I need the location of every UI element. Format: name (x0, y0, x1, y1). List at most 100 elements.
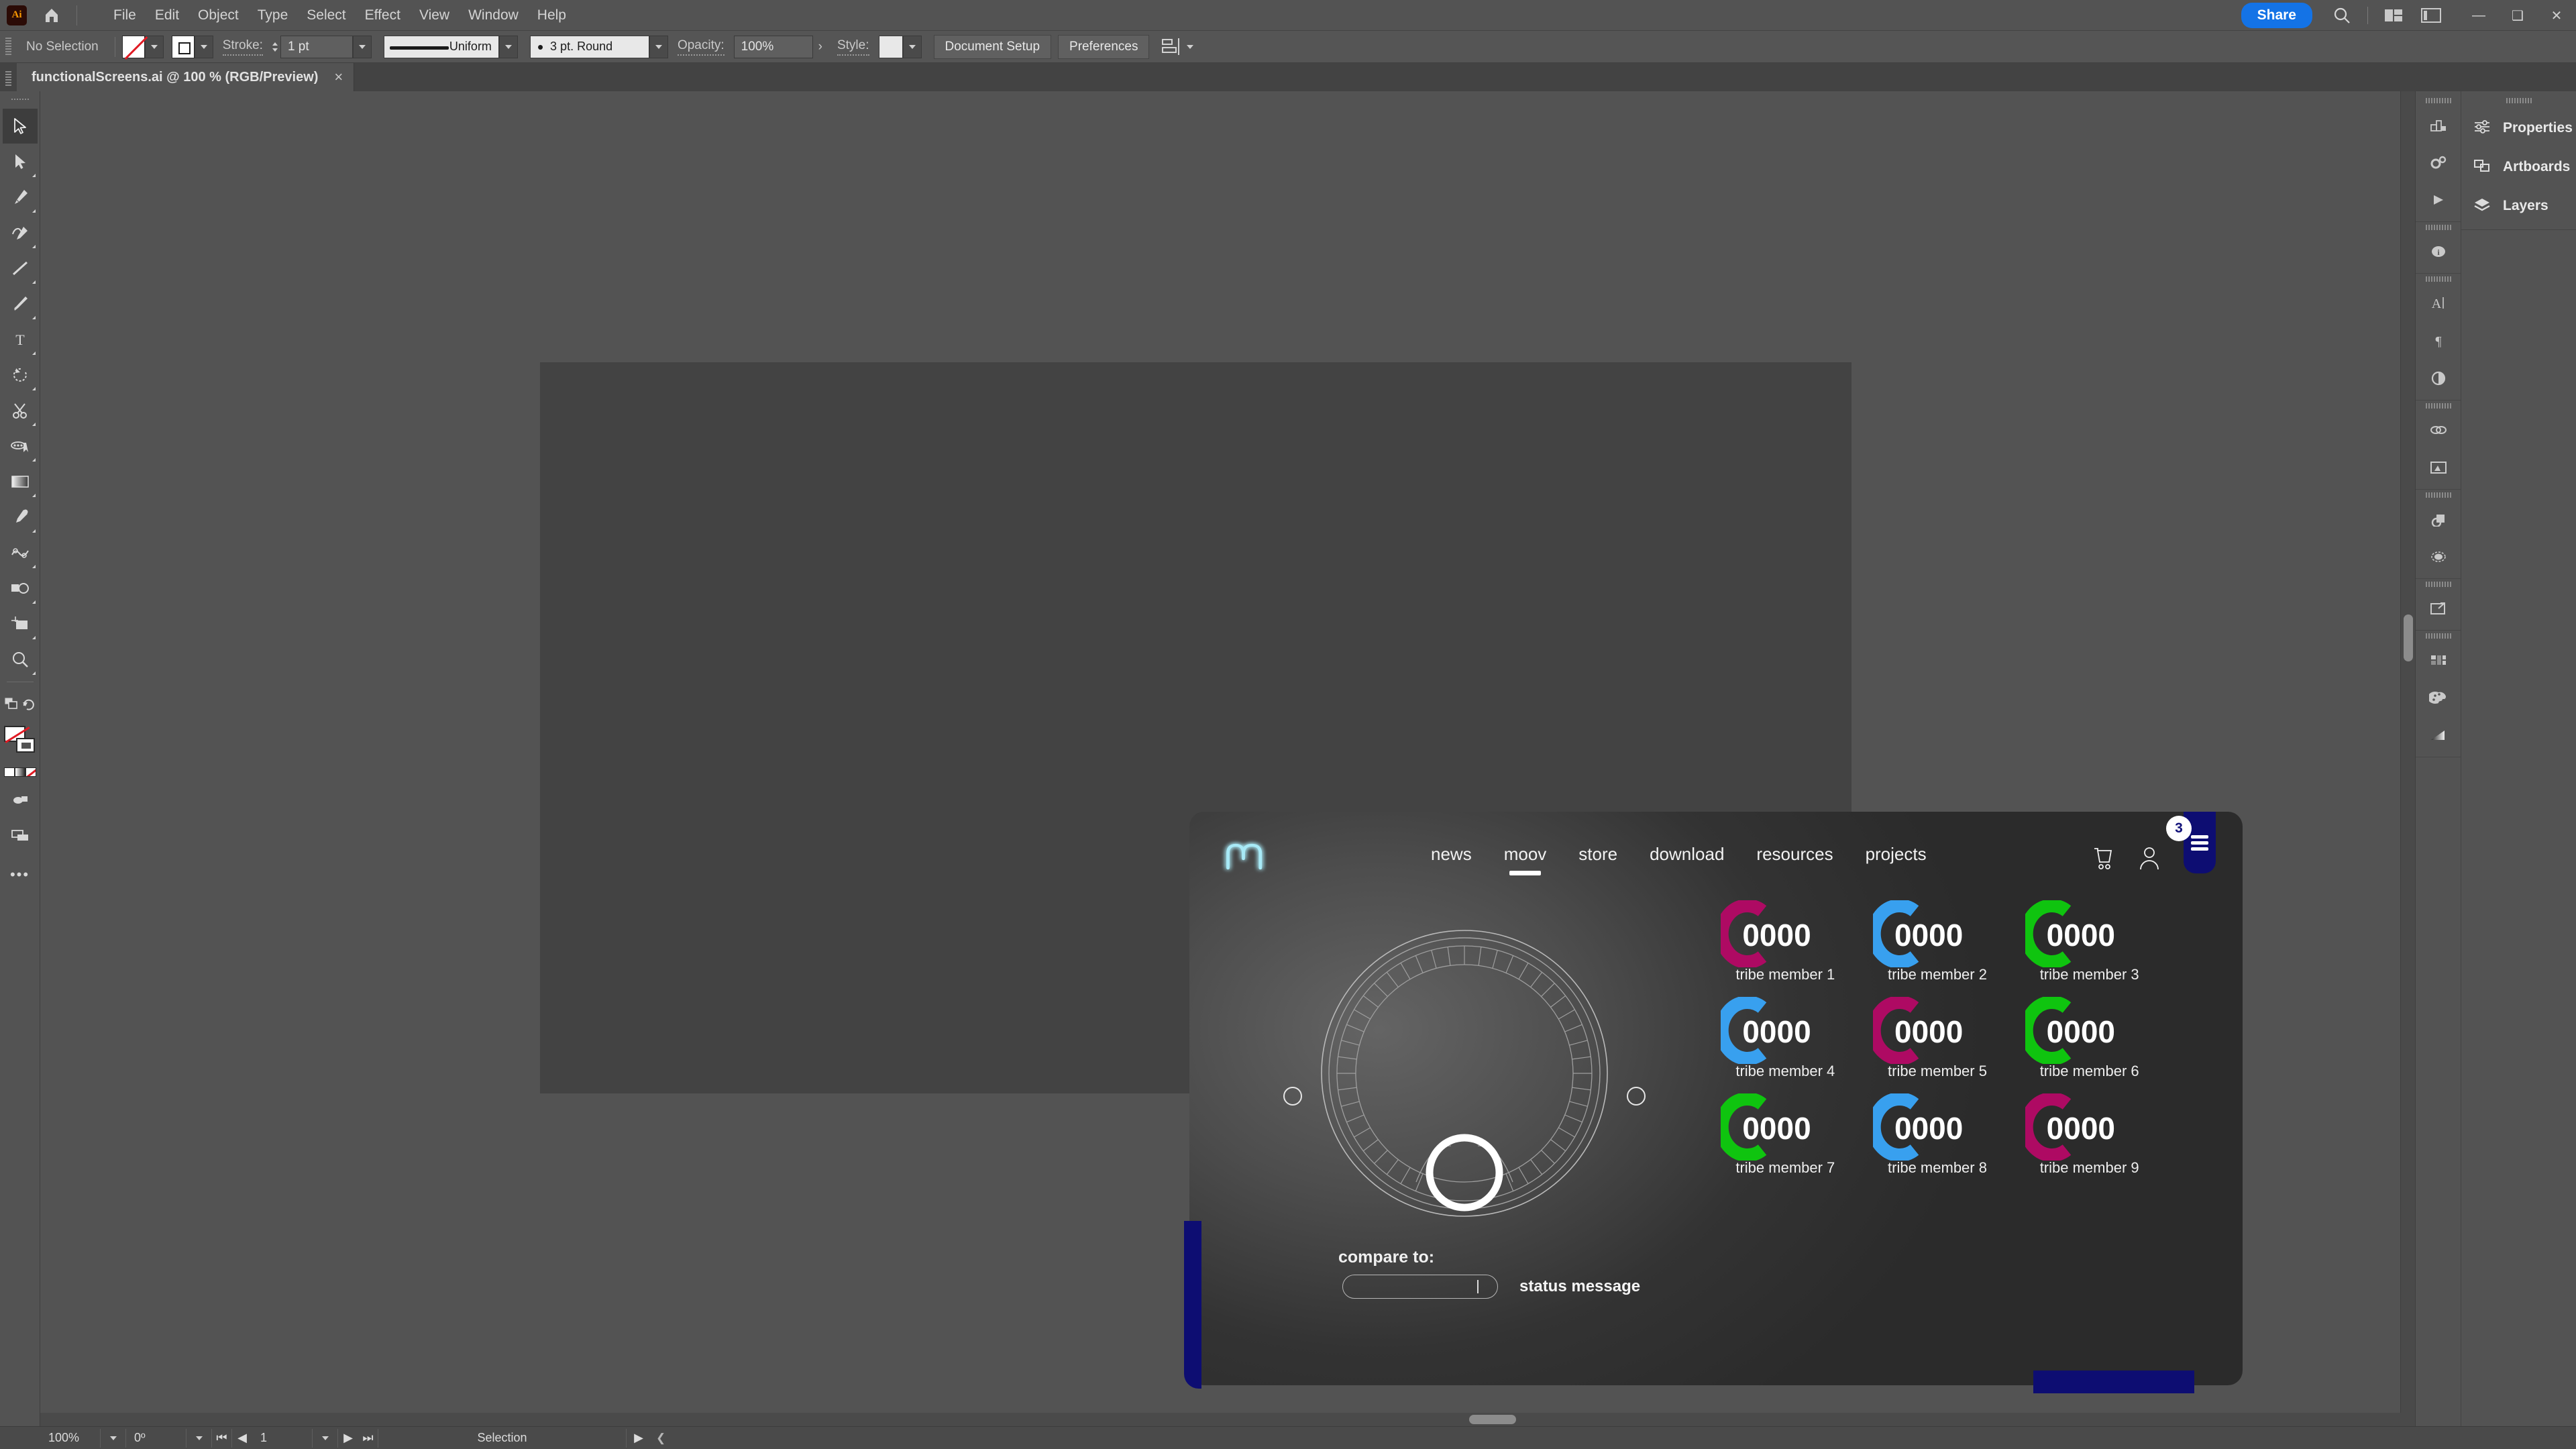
home-icon[interactable] (42, 5, 62, 25)
menu-window[interactable]: Window (459, 0, 528, 31)
info-icon[interactable]: i (2419, 233, 2458, 270)
zoom-level-dropdown[interactable] (101, 1428, 126, 1448)
first-artboard-icon[interactable]: ⏮ (212, 1428, 232, 1448)
menu-help[interactable]: Help (528, 0, 576, 31)
arrange-documents-icon[interactable] (2379, 1, 2408, 30)
tribe-member-card[interactable]: 0000 tribe member 5 (1862, 997, 2014, 1080)
panel-tab-properties[interactable]: Properties (2461, 109, 2576, 148)
preferences-button[interactable]: Preferences (1058, 34, 1150, 59)
none-swatch-icon[interactable] (25, 767, 36, 777)
dock-grip-3[interactable] (2425, 276, 2451, 282)
artboard-tool[interactable] (3, 606, 38, 641)
menu-type[interactable]: Type (248, 0, 298, 31)
zoom-level-field[interactable]: 100% (40, 1428, 101, 1448)
stroke-weight-stepper[interactable] (272, 42, 278, 52)
search-icon[interactable] (2328, 1, 2356, 30)
paragraph-icon[interactable]: ¶ (2419, 322, 2458, 360)
play-icon[interactable] (2419, 181, 2458, 219)
status-options-icon[interactable]: ▶ (627, 1429, 651, 1448)
stroke-label[interactable]: Stroke: (222, 38, 263, 56)
image-trace-icon[interactable] (2419, 449, 2458, 486)
canvas-area[interactable]: news moov store download resources proje… (40, 91, 2415, 1426)
document-tab-close-icon[interactable]: × (334, 68, 343, 86)
tribe-member-card[interactable]: 0000 tribe member 4 (1709, 997, 1862, 1080)
gradient-swatch-icon[interactable] (14, 767, 25, 777)
control-bar-grip[interactable] (5, 37, 11, 56)
fill-stroke-proxy[interactable] (3, 724, 38, 763)
document-tab[interactable]: functionalScreens.ai @ 100 % (RGB/Previe… (17, 63, 355, 91)
tribe-member-card[interactable]: 0000 tribe member 3 (2013, 900, 2165, 983)
moov-logo[interactable] (1218, 839, 1275, 876)
menu-select[interactable]: Select (297, 0, 355, 31)
vertical-scroll-thumb[interactable] (2404, 614, 2413, 661)
dock-grip-6[interactable] (2425, 582, 2451, 587)
tribe-member-card[interactable]: 0000 tribe member 2 (1862, 900, 2014, 983)
tribe-member-card[interactable]: 0000 tribe member 1 (1709, 900, 1862, 983)
paintbrush-tool[interactable] (3, 286, 38, 321)
panel-list-grip[interactable] (2506, 98, 2532, 103)
line-segment-tool[interactable] (3, 251, 38, 286)
color-palette-icon[interactable] (2419, 679, 2458, 716)
style-swatch[interactable] (878, 35, 903, 58)
swatches-icon[interactable] (2419, 641, 2458, 679)
dock-grip-1[interactable] (2425, 98, 2451, 103)
curvature-tool[interactable] (3, 215, 38, 250)
chart-icon[interactable] (2419, 106, 2458, 144)
menu-file[interactable]: File (104, 0, 146, 31)
status-collapse-icon[interactable]: ❮ (651, 1432, 671, 1445)
dock-grip-7[interactable] (2425, 633, 2451, 639)
tribe-member-card[interactable]: 0000 tribe member 9 (2013, 1093, 2165, 1177)
tribe-member-card[interactable]: 0000 tribe member 6 (2013, 997, 2165, 1080)
tools-panel-grip[interactable] (10, 98, 30, 105)
gradient-tool[interactable] (3, 464, 38, 499)
dock-grip-2[interactable] (2425, 225, 2451, 230)
nav-item-moov[interactable]: moov (1504, 844, 1546, 875)
share-button[interactable]: Share (2241, 3, 2312, 28)
maximize-icon[interactable]: ❑ (2498, 0, 2537, 31)
stroke-weight-field[interactable]: 1 pt (280, 35, 353, 58)
close-icon[interactable]: ✕ (2537, 0, 2576, 31)
gears-icon[interactable] (2419, 144, 2458, 181)
opacity-label[interactable]: Opacity: (677, 38, 724, 56)
brush-definition-field[interactable]: • 3 pt. Round (529, 35, 649, 58)
menu-object[interactable]: Object (189, 0, 248, 31)
change-screen-mode-icon[interactable] (21, 686, 37, 721)
align-options-icon[interactable] (1161, 38, 1194, 56)
draw-mode-icon[interactable] (3, 782, 38, 817)
rotate-tool[interactable] (3, 358, 38, 392)
scissors-tool[interactable] (3, 393, 38, 428)
nav-item-projects[interactable]: projects (1866, 844, 1927, 865)
color-swatch-icon[interactable] (3, 767, 15, 777)
next-artboard-icon[interactable]: ▶ (338, 1429, 358, 1448)
stroke-swatch[interactable] (171, 35, 195, 58)
opacity-options-arrow[interactable]: › (818, 40, 822, 54)
canvas-vertical-scrollbar[interactable] (2400, 91, 2415, 1426)
stroke-weight-dropdown[interactable] (352, 35, 372, 58)
panel-tab-layers[interactable]: Layers (2461, 186, 2576, 225)
edit-toolbar-icon[interactable]: ••• (3, 857, 38, 892)
menu-edit[interactable]: Edit (146, 0, 189, 31)
rotation-dropdown[interactable] (186, 1428, 212, 1448)
compare-to-input[interactable] (1342, 1275, 1498, 1299)
stroke-dropdown[interactable] (194, 35, 213, 58)
user-account-icon[interactable] (2138, 847, 2161, 874)
tab-bar-grip[interactable] (5, 71, 11, 86)
rotary-dial-control[interactable] (1283, 926, 1646, 1221)
style-dropdown[interactable] (902, 35, 922, 58)
tool-status-field[interactable]: Selection (378, 1428, 627, 1448)
blend-tool[interactable] (3, 535, 38, 570)
zoom-tool[interactable] (3, 642, 38, 677)
transparency-icon[interactable] (2419, 538, 2458, 576)
fill-dropdown[interactable] (144, 35, 164, 58)
character-icon[interactable]: A (2419, 284, 2458, 322)
canvas-horizontal-scrollbar[interactable] (40, 1413, 2415, 1426)
opacity-icon[interactable] (2419, 360, 2458, 397)
tribe-member-card[interactable]: 0000 tribe member 7 (1709, 1093, 1862, 1177)
shape-builder-tool[interactable] (3, 571, 38, 606)
direct-selection-tool[interactable] (3, 144, 38, 179)
shopping-cart-icon[interactable] (2092, 847, 2115, 874)
gradient-panel-icon[interactable] (2419, 716, 2458, 754)
type-tool[interactable]: T (3, 322, 38, 357)
selection-tool[interactable] (2, 109, 38, 144)
dock-grip-4[interactable] (2425, 403, 2451, 409)
